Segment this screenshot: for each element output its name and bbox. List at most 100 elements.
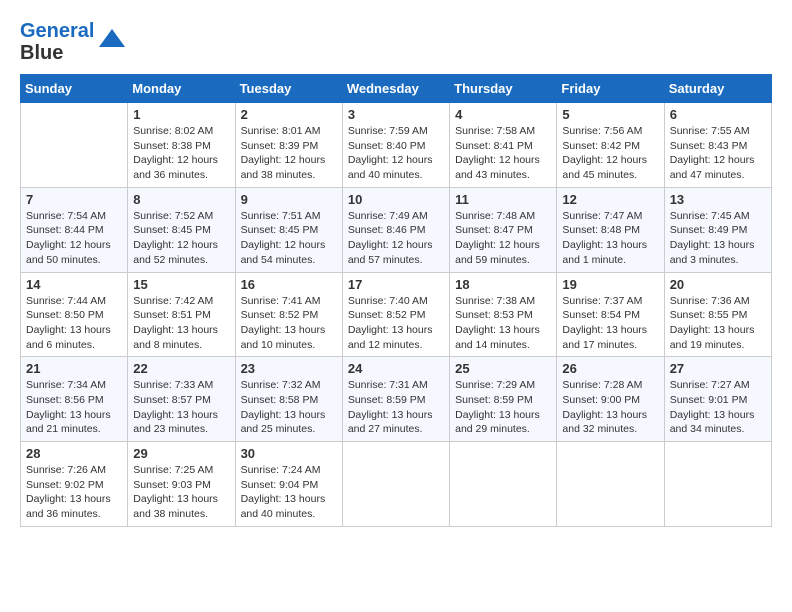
day-info: Sunrise: 7:24 AM Sunset: 9:04 PM Dayligh… [241, 463, 337, 522]
day-number: 28 [26, 446, 122, 461]
day-info: Sunrise: 7:40 AM Sunset: 8:52 PM Dayligh… [348, 294, 444, 353]
day-number: 6 [670, 107, 766, 122]
day-info: Sunrise: 7:42 AM Sunset: 8:51 PM Dayligh… [133, 294, 229, 353]
day-info: Sunrise: 7:49 AM Sunset: 8:46 PM Dayligh… [348, 209, 444, 268]
calendar-cell [342, 442, 449, 527]
calendar-cell: 2Sunrise: 8:01 AM Sunset: 8:39 PM Daylig… [235, 103, 342, 188]
header-day-saturday: Saturday [664, 75, 771, 103]
day-number: 14 [26, 277, 122, 292]
day-info: Sunrise: 7:58 AM Sunset: 8:41 PM Dayligh… [455, 124, 551, 183]
day-info: Sunrise: 7:59 AM Sunset: 8:40 PM Dayligh… [348, 124, 444, 183]
calendar-cell: 18 Sunrise: 7:38 AM Sunset: 8:53 PM Dayli… [450, 272, 557, 357]
day-number: 7 [26, 192, 122, 207]
week-row-1: 1 Sunrise: 8:02 AM Sunset: 8:38 PM Daylig… [21, 103, 772, 188]
day-number: 12 [562, 192, 658, 207]
day-number: 25 [455, 361, 551, 376]
day-number: 26 [562, 361, 658, 376]
calendar-cell: 6 Sunrise: 7:55 AM Sunset: 8:43 PM Daylig… [664, 103, 771, 188]
day-info: Sunrise: 7:34 AM Sunset: 8:56 PM Dayligh… [26, 378, 122, 437]
header-day-friday: Friday [557, 75, 664, 103]
day-number: 27 [670, 361, 766, 376]
calendar-cell: 27 Sunrise: 7:27 AM Sunset: 9:01 PM Dayli… [664, 357, 771, 442]
day-info: Sunrise: 7:28 AM Sunset: 9:00 PM Dayligh… [562, 378, 658, 437]
day-number: 21 [26, 361, 122, 376]
calendar-cell: 21 Sunrise: 7:34 AM Sunset: 8:56 PM Dayli… [21, 357, 128, 442]
calendar-cell: 3 Sunrise: 7:59 AM Sunset: 8:40 PM Daylig… [342, 103, 449, 188]
calendar-cell: 7Sunrise: 7:54 AM Sunset: 8:44 PM Daylig… [21, 187, 128, 272]
calendar-cell: 25Sunrise: 7:29 AM Sunset: 8:59 PM Dayli… [450, 357, 557, 442]
day-info: Sunrise: 7:45 AM Sunset: 8:49 PM Dayligh… [670, 209, 766, 268]
calendar-cell: 22 Sunrise: 7:33 AM Sunset: 8:57 PM Dayli… [128, 357, 235, 442]
day-info: Sunrise: 8:01 AM Sunset: 8:39 PM Dayligh… [241, 124, 337, 183]
calendar-cell: 13 Sunrise: 7:45 AM Sunset: 8:49 PM Dayli… [664, 187, 771, 272]
calendar-cell: 8 Sunrise: 7:52 AM Sunset: 8:45 PM Daylig… [128, 187, 235, 272]
day-info: Sunrise: 7:55 AM Sunset: 8:43 PM Dayligh… [670, 124, 766, 183]
day-number: 5 [562, 107, 658, 122]
day-info: Sunrise: 7:41 AM Sunset: 8:52 PM Dayligh… [241, 294, 337, 353]
day-number: 9 [241, 192, 337, 207]
day-info: Sunrise: 7:44 AM Sunset: 8:50 PM Dayligh… [26, 294, 122, 353]
day-info: Sunrise: 7:47 AM Sunset: 8:48 PM Dayligh… [562, 209, 658, 268]
calendar-cell: 12 Sunrise: 7:47 AM Sunset: 8:48 PM Dayli… [557, 187, 664, 272]
day-number: 15 [133, 277, 229, 292]
day-number: 18 [455, 277, 551, 292]
calendar-cell: 9 Sunrise: 7:51 AM Sunset: 8:45 PM Daylig… [235, 187, 342, 272]
day-info: Sunrise: 7:36 AM Sunset: 8:55 PM Dayligh… [670, 294, 766, 353]
day-info: Sunrise: 7:25 AM Sunset: 9:03 PM Dayligh… [133, 463, 229, 522]
calendar-cell: 23Sunrise: 7:32 AM Sunset: 8:58 PM Dayli… [235, 357, 342, 442]
day-number: 17 [348, 277, 444, 292]
calendar-cell: 15 Sunrise: 7:42 AM Sunset: 8:51 PM Dayli… [128, 272, 235, 357]
calendar-cell [21, 103, 128, 188]
day-info: Sunrise: 7:32 AM Sunset: 8:58 PM Dayligh… [241, 378, 337, 437]
header-day-thursday: Thursday [450, 75, 557, 103]
day-info: Sunrise: 7:38 AM Sunset: 8:53 PM Dayligh… [455, 294, 551, 353]
calendar-cell: 30Sunrise: 7:24 AM Sunset: 9:04 PM Dayli… [235, 442, 342, 527]
calendar-cell: 20 Sunrise: 7:36 AM Sunset: 8:55 PM Dayli… [664, 272, 771, 357]
calendar-cell: 4Sunrise: 7:58 AM Sunset: 8:41 PM Daylig… [450, 103, 557, 188]
day-info: Sunrise: 7:27 AM Sunset: 9:01 PM Dayligh… [670, 378, 766, 437]
day-number: 19 [562, 277, 658, 292]
calendar-cell [557, 442, 664, 527]
day-info: Sunrise: 7:52 AM Sunset: 8:45 PM Dayligh… [133, 209, 229, 268]
calendar-cell [664, 442, 771, 527]
day-number: 20 [670, 277, 766, 292]
day-info: Sunrise: 7:33 AM Sunset: 8:57 PM Dayligh… [133, 378, 229, 437]
day-number: 29 [133, 446, 229, 461]
day-number: 16 [241, 277, 337, 292]
week-row-5: 28 Sunrise: 7:26 AM Sunset: 9:02 PM Dayli… [21, 442, 772, 527]
day-info: Sunrise: 7:26 AM Sunset: 9:02 PM Dayligh… [26, 463, 122, 522]
day-info: Sunrise: 7:37 AM Sunset: 8:54 PM Dayligh… [562, 294, 658, 353]
header-day-tuesday: Tuesday [235, 75, 342, 103]
calendar-cell: 28 Sunrise: 7:26 AM Sunset: 9:02 PM Dayli… [21, 442, 128, 527]
day-number: 8 [133, 192, 229, 207]
day-number: 11 [455, 192, 551, 207]
header-day-monday: Monday [128, 75, 235, 103]
day-info: Sunrise: 7:51 AM Sunset: 8:45 PM Dayligh… [241, 209, 337, 268]
calendar-cell: 19 Sunrise: 7:37 AM Sunset: 8:54 PM Dayli… [557, 272, 664, 357]
day-number: 24 [348, 361, 444, 376]
week-row-2: 7Sunrise: 7:54 AM Sunset: 8:44 PM Daylig… [21, 187, 772, 272]
day-number: 1 [133, 107, 229, 122]
logo-icon [97, 27, 127, 57]
header-day-sunday: Sunday [21, 75, 128, 103]
day-number: 22 [133, 361, 229, 376]
page-header: GeneralBlue [20, 20, 772, 64]
day-info: Sunrise: 8:02 AM Sunset: 8:38 PM Dayligh… [133, 124, 229, 183]
calendar-cell: 29 Sunrise: 7:25 AM Sunset: 9:03 PM Dayli… [128, 442, 235, 527]
calendar-cell: 26 Sunrise: 7:28 AM Sunset: 9:00 PM Dayli… [557, 357, 664, 442]
week-row-3: 14 Sunrise: 7:44 AM Sunset: 8:50 PM Dayli… [21, 272, 772, 357]
calendar-cell: 14 Sunrise: 7:44 AM Sunset: 8:50 PM Dayli… [21, 272, 128, 357]
calendar-cell: 10 Sunrise: 7:49 AM Sunset: 8:46 PM Dayli… [342, 187, 449, 272]
header-row: SundayMondayTuesdayWednesdayThursdayFrid… [21, 75, 772, 103]
day-info: Sunrise: 7:31 AM Sunset: 8:59 PM Dayligh… [348, 378, 444, 437]
day-number: 3 [348, 107, 444, 122]
day-info: Sunrise: 7:56 AM Sunset: 8:42 PM Dayligh… [562, 124, 658, 183]
day-info: Sunrise: 7:48 AM Sunset: 8:47 PM Dayligh… [455, 209, 551, 268]
calendar-cell [450, 442, 557, 527]
day-number: 13 [670, 192, 766, 207]
calendar-cell: 1 Sunrise: 8:02 AM Sunset: 8:38 PM Daylig… [128, 103, 235, 188]
calendar-cell: 24 Sunrise: 7:31 AM Sunset: 8:59 PM Dayli… [342, 357, 449, 442]
logo: GeneralBlue [20, 20, 127, 64]
logo-text: GeneralBlue [20, 20, 94, 64]
day-number: 10 [348, 192, 444, 207]
